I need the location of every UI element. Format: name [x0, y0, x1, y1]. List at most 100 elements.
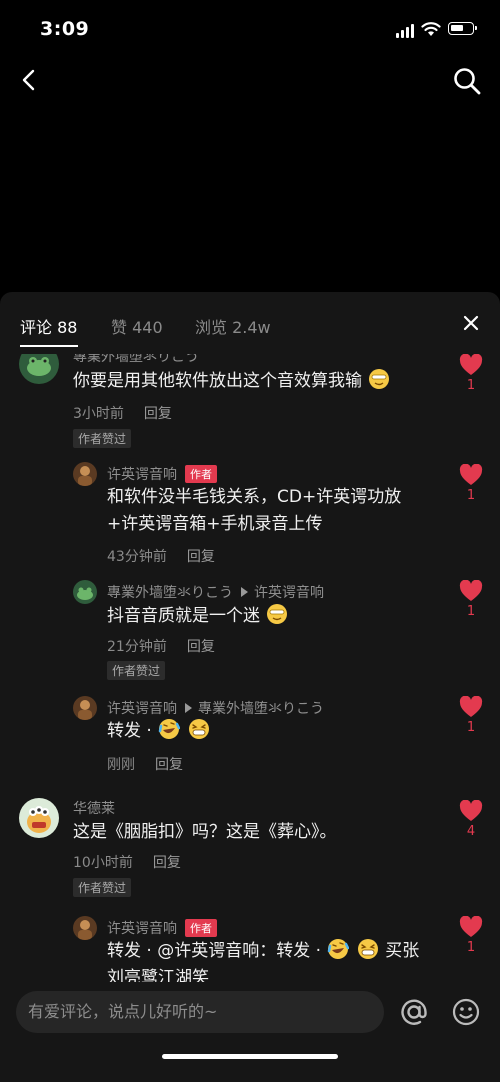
- author-liked-badge: 作者赞过: [73, 429, 132, 448]
- tab-underline: [20, 345, 78, 347]
- emoji-icon[interactable]: [452, 998, 480, 1026]
- sly-emoji-icon: [369, 369, 390, 389]
- tab-bar: 评论 88 赞 440 浏览 2.4w: [0, 292, 500, 354]
- list-item: 專業外墙堕氺りこう 许英谔音响 抖音音质就是一个迷 21分钟前 回复 作者赞过 1: [0, 574, 500, 684]
- sly-emoji-icon: [267, 604, 288, 624]
- username-text: 專業外墙堕氺りこう: [107, 585, 233, 601]
- reply-to-user[interactable]: 许英谔音响: [254, 585, 324, 601]
- chevron-left-icon[interactable]: [16, 66, 44, 94]
- status-bar: 3:09: [0, 0, 500, 60]
- reply-button[interactable]: 回复: [187, 549, 215, 565]
- tab-likes[interactable]: 赞 440: [111, 314, 163, 338]
- comment-time: 3小时前: [73, 406, 124, 422]
- comment-input-bar: 有爱评论，说点儿好听的~: [0, 990, 500, 1082]
- comment-text: 这是《胭脂扣》吗？这是《葬心》。: [73, 822, 337, 842]
- reply-button[interactable]: 回复: [155, 757, 183, 773]
- home-indicator: [162, 1054, 338, 1059]
- comment-input[interactable]: 有爱评论，说点儿好听的~: [16, 991, 384, 1033]
- heart-icon: [459, 580, 483, 601]
- like-button[interactable]: 1: [456, 464, 486, 503]
- laughing-tears-emoji-icon: [158, 719, 181, 739]
- comment-username[interactable]: 许英谔音响 作者: [107, 464, 217, 484]
- comment-text-line2: 刘亮鹭江湖笑: [107, 968, 209, 982]
- comment-username[interactable]: 專業外墙堕氺りこう: [73, 354, 199, 366]
- reply-arrow-icon: [241, 587, 248, 597]
- comment-meta: 3小时前 回复: [73, 403, 172, 423]
- list-item: 许英谔音响 專業外墙堕氺りこう 转发 · 刚刚 回复 1: [0, 690, 500, 780]
- portrait-avatar-icon: [78, 920, 92, 940]
- heart-icon: [459, 800, 483, 821]
- like-count: 1: [466, 720, 476, 735]
- status-time: 3:09: [40, 18, 90, 40]
- avatar[interactable]: [19, 798, 59, 838]
- comment-list[interactable]: 專業外墙堕氺りこう 你要是用其他软件放出这个音效算我输 3小时前 回复 作者赞过 …: [0, 354, 500, 982]
- like-button[interactable]: 4: [456, 800, 486, 839]
- grinning-emoji-icon: [357, 939, 378, 959]
- avatar[interactable]: [73, 580, 97, 604]
- like-count: 1: [466, 940, 476, 955]
- heart-icon: [459, 916, 483, 937]
- grinning-emoji-icon: [188, 719, 209, 739]
- avatar[interactable]: [73, 696, 97, 720]
- comment-username[interactable]: 许英谔音响 專業外墙堕氺りこう: [107, 698, 324, 718]
- reply-to-user[interactable]: 專業外墙堕氺りこう: [198, 701, 324, 717]
- reply-button[interactable]: 回复: [187, 639, 215, 655]
- comment-text-line2: +许英谔音箱+手机录音上传: [107, 514, 323, 534]
- like-button[interactable]: 1: [456, 354, 486, 393]
- comment-username[interactable]: 專業外墙堕氺りこう 许英谔音响: [107, 582, 324, 602]
- comment-text-content: 转发 · @许英谔音响：转发 ·: [107, 941, 327, 961]
- heart-icon: [459, 696, 483, 717]
- avatar[interactable]: [73, 916, 97, 940]
- like-count: 1: [466, 378, 476, 393]
- comment-text-line1: 转发 · @许英谔音响：转发 · 买张: [107, 938, 419, 965]
- reply-button[interactable]: 回复: [153, 855, 181, 871]
- author-liked-badge: 作者赞过: [107, 661, 166, 680]
- comment-username[interactable]: 华德莱: [73, 798, 115, 818]
- comment-time: 10小时前: [73, 855, 133, 871]
- like-count: 4: [466, 824, 476, 839]
- username-text: 许英谔音响: [107, 701, 177, 717]
- list-item: 许英谔音响 作者 转发 · @许英谔音响：转发 · 买张 刘亮鹭江湖笑 1: [0, 910, 500, 982]
- monster-avatar-icon: [27, 806, 51, 833]
- comment-meta: 21分钟前 回复: [107, 636, 215, 656]
- comment-meta: 43分钟前 回复: [107, 546, 215, 566]
- reply-button[interactable]: 回复: [144, 406, 172, 422]
- comment-text-content: 买张: [385, 941, 420, 961]
- close-icon[interactable]: [460, 312, 482, 334]
- comment-meta: 10小时前 回复: [73, 852, 181, 872]
- author-tag: 作者: [185, 465, 217, 483]
- author-liked-badge: 作者赞过: [73, 878, 132, 897]
- like-button[interactable]: 1: [456, 580, 486, 619]
- comment-meta: 刚刚 回复: [107, 754, 183, 774]
- reply-arrow-icon: [185, 703, 192, 713]
- tab-comments[interactable]: 评论 88: [20, 314, 77, 338]
- like-button[interactable]: 1: [456, 916, 486, 955]
- laughing-tears-emoji-icon: [328, 939, 350, 959]
- comment-username[interactable]: 许英谔音响 作者: [107, 918, 217, 938]
- comment-text: 抖音音质就是一个迷: [107, 603, 289, 630]
- comment-text-content: 转发 ·: [107, 721, 158, 741]
- battery-icon: [448, 22, 477, 35]
- frog-avatar-icon: [27, 357, 51, 376]
- like-button[interactable]: 1: [456, 696, 486, 735]
- author-tag: 作者: [185, 919, 217, 937]
- like-count: 1: [466, 488, 476, 503]
- tab-views[interactable]: 浏览 2.4w: [195, 314, 271, 338]
- wifi-icon: [421, 22, 441, 36]
- list-item: 华德莱 这是《胭脂扣》吗？这是《葬心》。 10小时前 回复 作者赞过 4: [0, 794, 500, 904]
- like-count: 1: [466, 604, 476, 619]
- list-item: 專業外墙堕氺りこう 你要是用其他软件放出这个音效算我输 3小时前 回复 作者赞过 …: [0, 354, 500, 454]
- avatar[interactable]: [19, 354, 59, 384]
- username-text: 许英谔音响: [107, 921, 177, 937]
- comment-time: 刚刚: [107, 757, 135, 773]
- comment-text: 你要是用其他软件放出这个音效算我输: [73, 368, 391, 395]
- at-mention-icon[interactable]: [398, 996, 430, 1028]
- avatar[interactable]: [73, 462, 97, 486]
- signal-icon: [396, 24, 414, 38]
- portrait-avatar-icon: [78, 466, 92, 486]
- comment-text-content: 抖音音质就是一个迷: [107, 606, 260, 626]
- username-text: 许英谔音响: [107, 467, 177, 483]
- search-icon[interactable]: [452, 66, 482, 96]
- top-nav: [0, 60, 500, 104]
- heart-icon: [459, 464, 483, 485]
